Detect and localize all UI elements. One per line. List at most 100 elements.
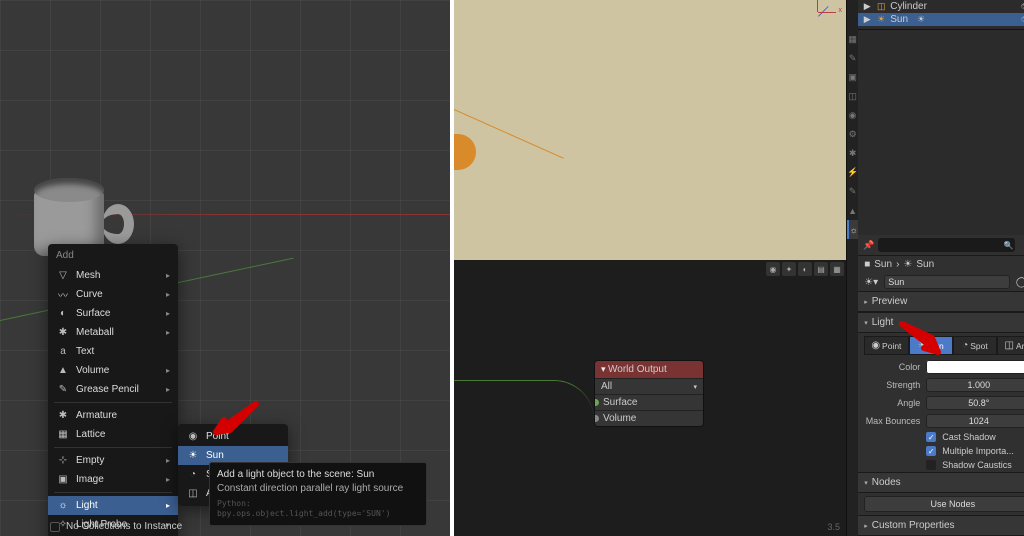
outliner-row[interactable]: ▶☀Sun☀👁📷 <box>858 13 1024 26</box>
add-menu[interactable]: Add ▽Mesh▸〰Curve▸◐Surface▸✱Metaball▸aTex… <box>48 244 178 536</box>
menu-item-armature[interactable]: ✱Armature <box>48 406 178 425</box>
value-input[interactable]: 50.8° <box>926 396 1024 410</box>
menu-icon: ◐ <box>56 307 70 321</box>
collection-icon <box>50 522 60 532</box>
menu-icon: ▦ <box>56 428 70 442</box>
spot-icon: ◔ <box>962 340 968 351</box>
checkbox[interactable]: ✓ <box>926 446 936 456</box>
node-socket-volume[interactable]: Volume <box>595 410 703 426</box>
menu-icon: ▽ <box>56 269 70 283</box>
menu-item-light[interactable]: ☼Light▸ <box>48 496 178 515</box>
render-preview[interactable]: x <box>454 0 846 260</box>
node-connection <box>454 380 594 420</box>
use-nodes-button[interactable]: Use Nodes <box>864 496 1024 512</box>
eye-icon[interactable]: 👁 <box>1020 2 1024 11</box>
menu-icon: ✎ <box>56 383 70 397</box>
prop-tab-icon[interactable]: ✎ <box>847 49 858 68</box>
node-header[interactable]: ▾ World Output <box>595 361 703 378</box>
version-label: 3.5 <box>827 522 840 532</box>
prop-tab-icon[interactable]: ◉ <box>847 106 858 125</box>
light-type-area[interactable]: ◫Area <box>997 336 1024 355</box>
checkbox[interactable] <box>926 460 936 470</box>
menu-item-metaball[interactable]: ✱Metaball▸ <box>48 323 178 342</box>
area-icon: ◫ <box>1005 340 1014 351</box>
custom-props-section[interactable]: ▸Custom Properties <box>858 515 1024 536</box>
menu-icon: 〰 <box>56 288 70 302</box>
outliner-row[interactable]: ▶◫Cylinder👁📷 <box>858 0 1024 13</box>
menu-item-mesh[interactable]: ▽Mesh▸ <box>48 266 178 285</box>
menu-icon: a <box>56 345 70 359</box>
property-search: 📌 🔍 ⋮ <box>858 235 1024 256</box>
breadcrumb: ■Sun › ☀Sun <box>858 256 1024 273</box>
menu-item-empty[interactable]: ⊹Empty▸ <box>48 451 178 470</box>
right-main: x ◉ ✦ ◐ ▤ ▦ ▾ World Output All▾ Surface … <box>454 0 846 536</box>
light-type-spot[interactable]: ◔Spot <box>953 336 997 355</box>
preview-section[interactable]: ▸Preview <box>858 291 1024 312</box>
prop-tab-icon[interactable]: ⚡ <box>847 163 858 182</box>
menu-item-point[interactable]: ◉Point <box>178 427 288 446</box>
tooltip: Add a light object to the scene: Sun Con… <box>209 462 427 526</box>
nodes-section[interactable]: ▾Nodes <box>858 472 1024 493</box>
sun-icon: ☀ <box>918 340 927 351</box>
checkbox-row: Shadow Caustics <box>858 458 1024 472</box>
prop-tab-icon[interactable]: ✎ <box>847 182 858 201</box>
checkbox-row: ✓Cast Shadow <box>858 430 1024 444</box>
prop-tab-icon[interactable]: ✱ <box>847 144 858 163</box>
world-output-node[interactable]: ▾ World Output All▾ Surface Volume <box>594 360 704 427</box>
sun-icon: ☀▾ <box>864 277 878 288</box>
search-icon: 🔍 <box>1003 241 1013 250</box>
light-type-selector: ◉Point☀Sun◔Spot◫Area <box>858 333 1024 358</box>
new-icon[interactable]: ◯ <box>1016 277 1024 288</box>
prop-tab-icon[interactable]: ▦ <box>847 30 858 49</box>
prop-tab-icon[interactable]: ⚙ <box>847 125 858 144</box>
tool-icon[interactable]: ◐ <box>798 262 812 276</box>
checkbox-row: ✓Multiple Importa... <box>858 444 1024 458</box>
object-icon: ■ <box>864 259 870 270</box>
tool-icon[interactable]: ▤ <box>814 262 828 276</box>
left-panel: Add ▽Mesh▸〰Curve▸◐Surface▸✱Metaball▸aTex… <box>0 0 450 536</box>
light-type-sun[interactable]: ☀Sun <box>909 336 953 355</box>
search-input[interactable] <box>878 238 1015 252</box>
menu-item-lattice[interactable]: ▦Lattice <box>48 425 178 444</box>
tool-icon[interactable]: ✦ <box>782 262 796 276</box>
node-socket-surface[interactable]: Surface <box>595 394 703 410</box>
menu-item-text[interactable]: aText <box>48 342 178 361</box>
prop-row-max-bounces: Max Bounces1024 <box>858 412 1024 430</box>
menu-item-volume[interactable]: ▲Volume▸ <box>48 361 178 380</box>
menu-icon: ☼ <box>56 499 70 513</box>
node-editor-toolbar: ◉ ✦ ◐ ▤ ▦ <box>766 262 844 276</box>
sun-gizmo-icon[interactable] <box>454 134 476 170</box>
menu-icon: ✱ <box>56 326 70 340</box>
value-input[interactable]: 1024 <box>926 414 1024 428</box>
node-dropdown[interactable]: All▾ <box>595 378 703 394</box>
menu-item-surface[interactable]: ◐Surface▸ <box>48 304 178 323</box>
node-editor[interactable]: ◉ ✦ ◐ ▤ ▦ ▾ World Output All▾ Surface Vo… <box>454 260 846 536</box>
light-type-point[interactable]: ◉Point <box>864 336 908 355</box>
prop-tab-light-icon[interactable]: ☼ <box>847 220 858 239</box>
menu-icon: ☀ <box>186 449 200 463</box>
prop-tab-icon[interactable]: ◫ <box>847 87 858 106</box>
menu-item-curve[interactable]: 〰Curve▸ <box>48 285 178 304</box>
data-block-row[interactable]: ☀▾ Sun ◯ ✕ <box>858 273 1024 291</box>
eye-icon[interactable]: 👁 <box>1020 15 1024 24</box>
prop-tab-icon[interactable]: ▣ <box>847 68 858 87</box>
menu-icon: ◉ <box>186 430 200 444</box>
color-swatch[interactable] <box>926 360 1024 374</box>
properties-panel: ▶◫Cylinder👁📷▶☀Sun☀👁📷 📌 🔍 ⋮ ■Sun › ☀Sun ☀… <box>858 0 1024 536</box>
menu-item-grease-pencil[interactable]: ✎Grease Pencil▸ <box>48 380 178 399</box>
prop-row-color: Color <box>858 358 1024 376</box>
menu-icon: ▲ <box>56 364 70 378</box>
menu-icon: ✱ <box>56 409 70 423</box>
axis-gizmo[interactable]: x <box>818 2 840 24</box>
tool-icon[interactable]: ▦ <box>830 262 844 276</box>
prop-tab-icon[interactable]: ▲ <box>847 201 858 220</box>
value-input[interactable]: 1.000 <box>926 378 1024 392</box>
tool-icon[interactable]: ◉ <box>766 262 780 276</box>
menu-icon: ⊹ <box>56 454 70 468</box>
sun-icon: ☀ <box>903 259 912 270</box>
pin-icon[interactable]: 📌 <box>863 240 874 251</box>
outliner: ▶◫Cylinder👁📷▶☀Sun☀👁📷 <box>858 0 1024 30</box>
checkbox[interactable]: ✓ <box>926 432 936 442</box>
menu-item-image[interactable]: ▣Image▸ <box>48 470 178 489</box>
light-section[interactable]: ▾Light <box>858 312 1024 333</box>
